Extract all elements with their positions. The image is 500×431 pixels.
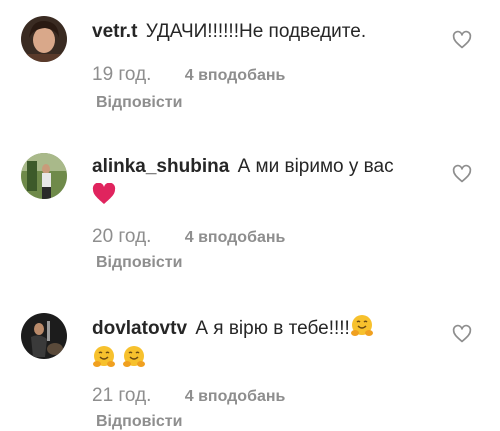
comment-body: alinka_shubina А ми віримо у вас xyxy=(92,154,440,208)
comment-text: А ми віримо у вас xyxy=(237,156,394,177)
comment-text: А я вірю в тебе!!!! xyxy=(195,318,350,339)
comment-username[interactable]: dovlatovtv xyxy=(92,318,187,339)
reply-button[interactable]: Відповісти xyxy=(96,254,182,272)
comment-body: dovlatovtv А я вірю в тебе!!!! xyxy=(92,314,440,372)
comment-time: 20 год. xyxy=(92,226,152,247)
comment-likes[interactable]: 4 вподобань xyxy=(185,67,286,84)
comment-emoji-line xyxy=(92,345,440,372)
comments-list: vetr.t УДАЧИ!!!!!!Не подведите. 19 год. … xyxy=(0,0,500,431)
avatar[interactable] xyxy=(21,16,67,62)
hugging-face-emoji xyxy=(93,346,115,367)
comment-meta: 20 год. 4 вподобань xyxy=(92,226,285,248)
reply-button[interactable]: Відповісти xyxy=(96,94,182,112)
comment-likes[interactable]: 4 вподобань xyxy=(185,229,286,246)
comment-body: vetr.t УДАЧИ!!!!!!Не подведите. xyxy=(92,19,440,44)
comment-likes[interactable]: 4 вподобань xyxy=(185,388,286,405)
red-heart-emoji xyxy=(92,183,116,204)
heart-outline-icon[interactable] xyxy=(452,324,472,344)
comment-emoji-line xyxy=(92,183,440,208)
reply-button[interactable]: Відповісти xyxy=(96,413,182,431)
comment-time: 21 год. xyxy=(92,385,152,406)
avatar[interactable] xyxy=(21,313,67,359)
comment-meta: 21 год. 4 вподобань xyxy=(92,385,285,407)
comment-time: 19 год. xyxy=(92,64,152,85)
comment-text: УДАЧИ!!!!!!Не подведите. xyxy=(145,21,367,42)
comment-meta: 19 год. 4 вподобань xyxy=(92,64,285,86)
heart-outline-icon[interactable] xyxy=(452,164,472,184)
comment-username[interactable]: alinka_shubina xyxy=(92,156,229,177)
hugging-face-emoji xyxy=(123,346,145,367)
heart-outline-icon[interactable] xyxy=(452,30,472,50)
hugging-face-emoji xyxy=(350,315,373,336)
avatar[interactable] xyxy=(21,153,67,199)
comment-username[interactable]: vetr.t xyxy=(92,21,137,42)
